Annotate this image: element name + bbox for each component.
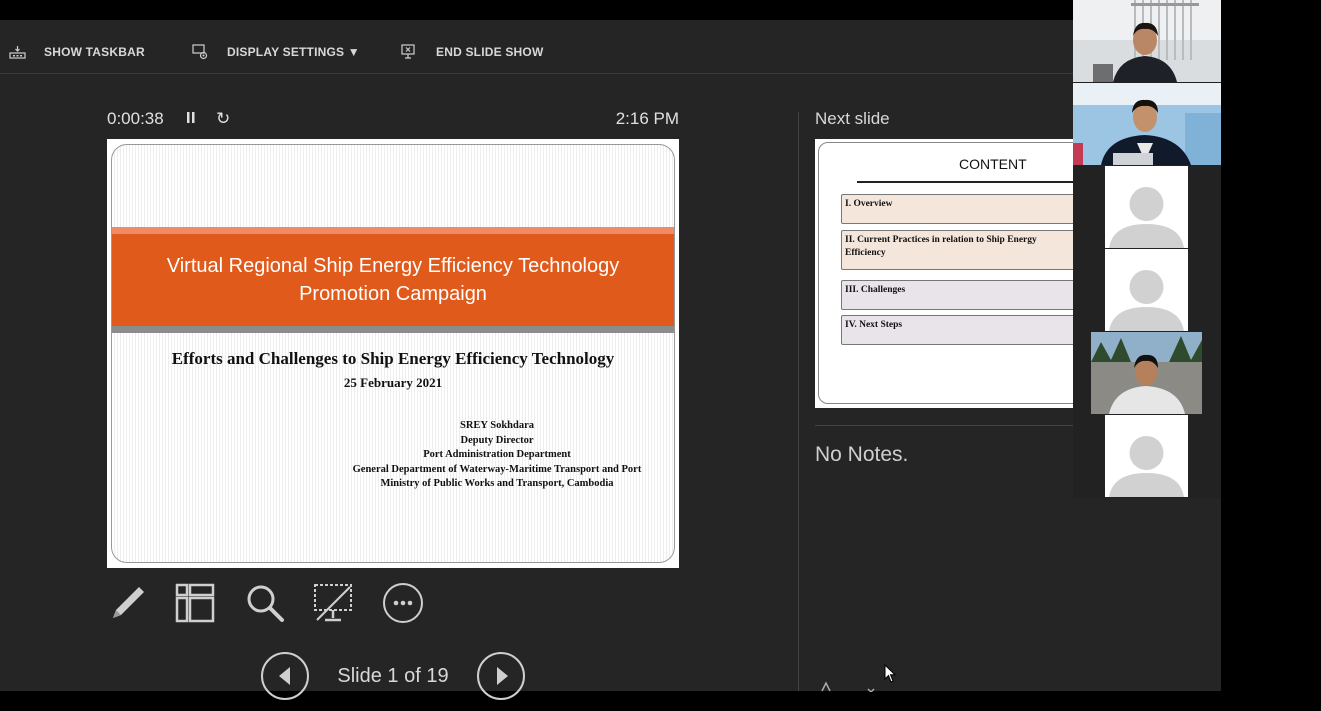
next-arrow-icon — [497, 667, 508, 685]
participant-avatar-3[interactable] — [1105, 166, 1188, 248]
slide-counter[interactable]: Slide 1 of 19 — [318, 665, 468, 688]
pause-icon[interactable] — [184, 110, 198, 126]
participant-video-2-image — [1073, 83, 1221, 165]
next-slide-item-current-practices: II. Current Practices in relation to Shi… — [841, 230, 1073, 270]
restart-timer-icon[interactable]: ↻ — [216, 109, 230, 129]
participant-video-5[interactable] — [1091, 332, 1202, 414]
author-name: SREY Sokhdara — [459, 420, 534, 431]
participant-avatar-6[interactable] — [1105, 415, 1188, 497]
display-settings-button[interactable]: DISPLAY SETTINGS ▼ — [192, 42, 360, 62]
presenter-view: SHOW TASKBAR DISPLAY SETTINGS ▼ END SLID… — [0, 20, 1221, 700]
end-slide-show-button[interactable]: END SLIDE SHOW — [401, 42, 543, 62]
slide-banner: Virtual Regional Ship Energy Efficiency … — [112, 227, 674, 333]
next-slide-label: Next slide — [815, 109, 890, 128]
show-taskbar-button[interactable]: SHOW TASKBAR — [9, 42, 145, 62]
end-slide-show-label: END SLIDE SHOW — [436, 45, 544, 59]
show-taskbar-label: SHOW TASKBAR — [44, 45, 145, 59]
participant-avatar-4[interactable] — [1105, 249, 1188, 331]
notes-separator — [815, 425, 1073, 426]
participant-video-1[interactable] — [1073, 0, 1221, 82]
slide-date: 25 February 2021 — [343, 375, 443, 390]
display-settings-label: DISPLAY SETTINGS ▼ — [227, 45, 360, 59]
next-slide-item-challenges: III. Challenges — [841, 280, 1073, 310]
mouse-cursor-icon — [884, 664, 897, 683]
slide-subtitle: Efforts and Challenges to Ship Energy Ef… — [171, 349, 615, 368]
speaker-notes[interactable]: No Notes. — [815, 443, 908, 467]
previous-arrow-icon — [279, 667, 290, 685]
end-show-icon — [401, 44, 415, 59]
next-slide-preview[interactable]: CONTENT I. Overview II. Current Practice… — [815, 139, 1073, 408]
next-slide-frame: CONTENT I. Overview II. Current Practice… — [818, 142, 1073, 404]
next-slide-item-overview: I. Overview — [841, 194, 1073, 224]
presenter-toolbar: SHOW TASKBAR DISPLAY SETTINGS ▼ END SLID… — [0, 20, 1221, 74]
author-department: Port Administration Department — [423, 449, 571, 460]
author-ministry: Ministry of Public Works and Transport, … — [380, 478, 614, 489]
slide-frame: Virtual Regional Ship Energy Efficiency … — [111, 144, 675, 563]
clock: 2:16 PM — [615, 109, 679, 128]
panel-divider[interactable] — [798, 112, 799, 691]
participant-video-1-image — [1073, 0, 1221, 82]
author-general-department: General Department of Waterway-Maritime … — [352, 463, 642, 475]
slide-banner-title: Virtual Regional Ship Energy Efficiency … — [166, 255, 620, 305]
user-avatar-icon — [1109, 187, 1184, 248]
next-slide-title-rule — [857, 181, 1073, 183]
elapsed-timer: 0:00:38 — [107, 109, 164, 128]
display-settings-icon — [192, 44, 208, 60]
current-slide[interactable]: Virtual Regional Ship Energy Efficiency … — [107, 139, 679, 568]
next-slide-button[interactable] — [477, 652, 525, 700]
pen-icon[interactable] — [107, 582, 149, 624]
zoom-icon[interactable] — [244, 582, 286, 624]
taskbar-icon — [9, 46, 26, 59]
participant-video-5-image — [1091, 332, 1202, 414]
blackout-screen-icon[interactable] — [312, 582, 354, 624]
layout-icon[interactable] — [174, 582, 216, 624]
font-size-icon[interactable] — [820, 680, 880, 692]
author-title: Deputy Director — [460, 434, 534, 446]
slide-author-block: SREY Sokhdara Deputy Director Port Admin… — [322, 419, 672, 492]
participant-video-2[interactable] — [1073, 83, 1221, 165]
previous-slide-button[interactable] — [261, 652, 309, 700]
user-avatar-icon — [1109, 270, 1184, 331]
next-slide-item-next-steps: IV. Next Steps — [841, 315, 1073, 345]
next-slide-title: CONTENT — [959, 156, 1027, 172]
more-options-icon[interactable] — [382, 582, 424, 624]
video-participants-panel — [1073, 0, 1221, 498]
user-avatar-icon — [1109, 436, 1184, 497]
